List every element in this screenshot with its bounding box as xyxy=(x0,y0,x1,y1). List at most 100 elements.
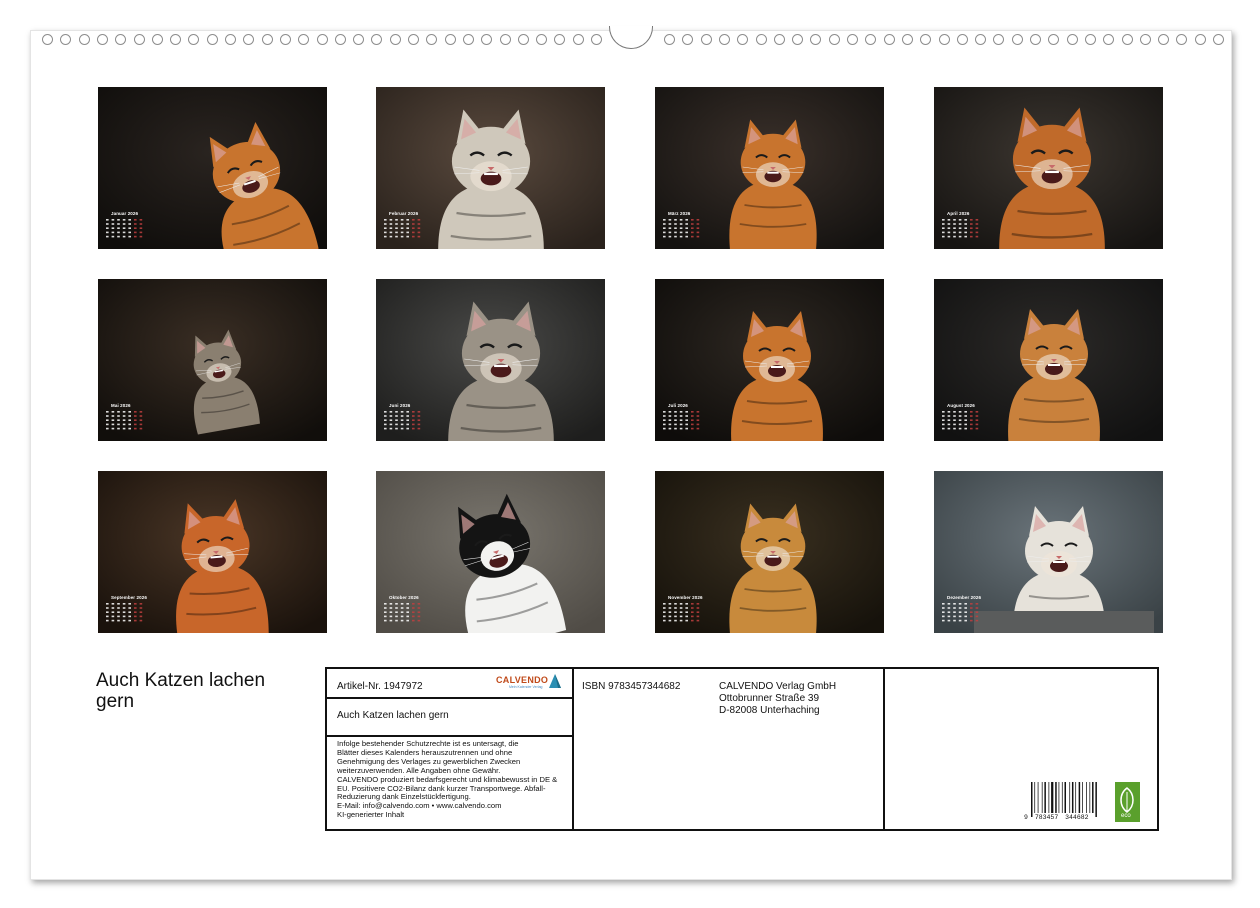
month-label: Februar 2026 xyxy=(389,211,419,216)
binding-ring xyxy=(536,34,548,45)
article-number: Artikel-Nr. 1947972 xyxy=(337,681,423,692)
binding-ring xyxy=(298,34,310,45)
binding-ring xyxy=(261,34,273,45)
cat-photo xyxy=(655,87,884,249)
binding-ring xyxy=(225,34,236,45)
barcode-digit-left: 9 xyxy=(1024,814,1028,821)
calvendo-logo-icon xyxy=(549,674,561,688)
binding-ring xyxy=(956,34,968,45)
eco-label: eco xyxy=(1121,813,1131,819)
binding-ring xyxy=(78,34,90,45)
month-thumbnail: März 2026 xyxy=(655,87,884,249)
binding-ring xyxy=(773,34,785,45)
binding-ring xyxy=(170,34,182,45)
binding-ring xyxy=(243,34,255,45)
barcode-digits-right: 344682 xyxy=(1065,814,1089,821)
binding-ring xyxy=(60,34,72,45)
binding-ring xyxy=(591,34,602,45)
binding-ring xyxy=(737,34,749,45)
barcode-digits: 9 783457 344682 xyxy=(1024,814,1089,821)
binding-ring xyxy=(481,34,493,45)
binding-ring xyxy=(901,34,913,45)
month-thumbnail: April 2026 xyxy=(934,87,1163,249)
month-thumbnail: Juni 2026 xyxy=(376,279,605,441)
month-label: Juni 2026 xyxy=(389,403,411,408)
binding-ring xyxy=(1121,34,1133,45)
info-col-left: Artikel-Nr. 1947972 CALVENDO Mein Kalend… xyxy=(327,669,574,829)
month-thumbnail: Dezember 2026 xyxy=(934,471,1163,633)
binding-ring xyxy=(1139,34,1151,45)
binding-ring xyxy=(664,34,675,45)
calvendo-tagline: Mein Kalender Verlag xyxy=(509,685,543,689)
binding-ring xyxy=(353,34,365,45)
isbn: ISBN 9783457344682 xyxy=(582,681,681,692)
cat-photo xyxy=(98,87,327,249)
month-label: Mai 2026 xyxy=(111,403,131,408)
binding-ring xyxy=(975,34,987,45)
legal-text: Infolge bestehender Schutzrechte ist es … xyxy=(337,739,571,820)
month-thumbnail: August 2026 xyxy=(934,279,1163,441)
article-row: Artikel-Nr. 1947972 CALVENDO Mein Kalend… xyxy=(327,669,572,699)
month-label: Dezember 2026 xyxy=(947,595,982,600)
binding-ring xyxy=(151,34,163,45)
binding-ring xyxy=(1194,34,1206,45)
binding-ring xyxy=(938,34,950,45)
binding-ring xyxy=(408,34,419,45)
binding-ring xyxy=(828,34,840,45)
cat-photo xyxy=(934,279,1163,441)
binding-ring xyxy=(426,34,438,45)
binding-ring xyxy=(1213,34,1224,45)
binding-ring xyxy=(1030,34,1041,45)
barcode xyxy=(1031,782,1097,817)
month-thumbnail: Januar 2026 xyxy=(98,87,327,249)
cat-photo xyxy=(376,87,605,249)
month-label: Januar 2026 xyxy=(111,211,139,216)
month-thumbnail: Mai 2026 xyxy=(98,279,327,441)
binding-ring xyxy=(96,34,108,45)
binding-ring xyxy=(1103,34,1115,45)
cat-photo xyxy=(98,471,327,633)
month-label: August 2026 xyxy=(947,403,975,408)
binding-ring xyxy=(920,34,932,45)
binding-ring xyxy=(700,34,712,45)
binding-ring xyxy=(444,34,456,45)
month-label: November 2026 xyxy=(668,595,703,600)
cat-photo xyxy=(655,471,884,633)
binding-ring xyxy=(206,34,218,45)
binding-ring xyxy=(883,34,895,45)
binding-ring xyxy=(1176,34,1188,45)
month-label: Oktober 2026 xyxy=(389,595,419,600)
cat-photo xyxy=(655,279,884,441)
calendar-title: Auch Katzen lachen gern xyxy=(96,670,266,712)
binding-ring xyxy=(1066,34,1078,45)
binding-ring xyxy=(462,34,474,45)
month-label: September 2026 xyxy=(111,595,147,600)
month-label: April 2026 xyxy=(947,211,970,216)
binding-ring xyxy=(334,34,346,45)
month-label: Juli 2026 xyxy=(668,403,688,408)
month-thumbnail: Oktober 2026 xyxy=(376,471,605,633)
publisher-address: CALVENDO Verlag GmbH Ottobrunner Straße … xyxy=(719,681,836,717)
binding-ring xyxy=(554,34,566,45)
calvendo-logo: CALVENDO xyxy=(496,675,549,685)
cat-photo xyxy=(934,471,1163,633)
publisher-street: Ottobrunner Straße 39 xyxy=(719,693,820,704)
binding-ring xyxy=(188,34,200,45)
eco-badge: eco xyxy=(1115,782,1140,822)
binding-ring xyxy=(792,34,804,45)
binding-ring xyxy=(499,34,511,45)
binding-ring xyxy=(42,34,53,45)
binding-ring xyxy=(682,34,694,45)
binding-ring xyxy=(133,34,145,45)
publisher-city: D-82008 Unterhaching xyxy=(719,705,820,716)
barcode-digits-mid: 783457 xyxy=(1034,814,1059,821)
book-title-row: Auch Katzen lachen gern xyxy=(327,697,572,737)
publisher-name: CALVENDO Verlag GmbH xyxy=(719,681,837,692)
cat-photo xyxy=(934,87,1163,249)
binding-ring xyxy=(115,34,127,45)
book-title: Auch Katzen lachen gern xyxy=(337,710,449,721)
binding-ring xyxy=(279,34,291,45)
binding-ring xyxy=(1011,34,1023,45)
binding-ring xyxy=(572,34,584,45)
binding-ring xyxy=(316,34,328,45)
